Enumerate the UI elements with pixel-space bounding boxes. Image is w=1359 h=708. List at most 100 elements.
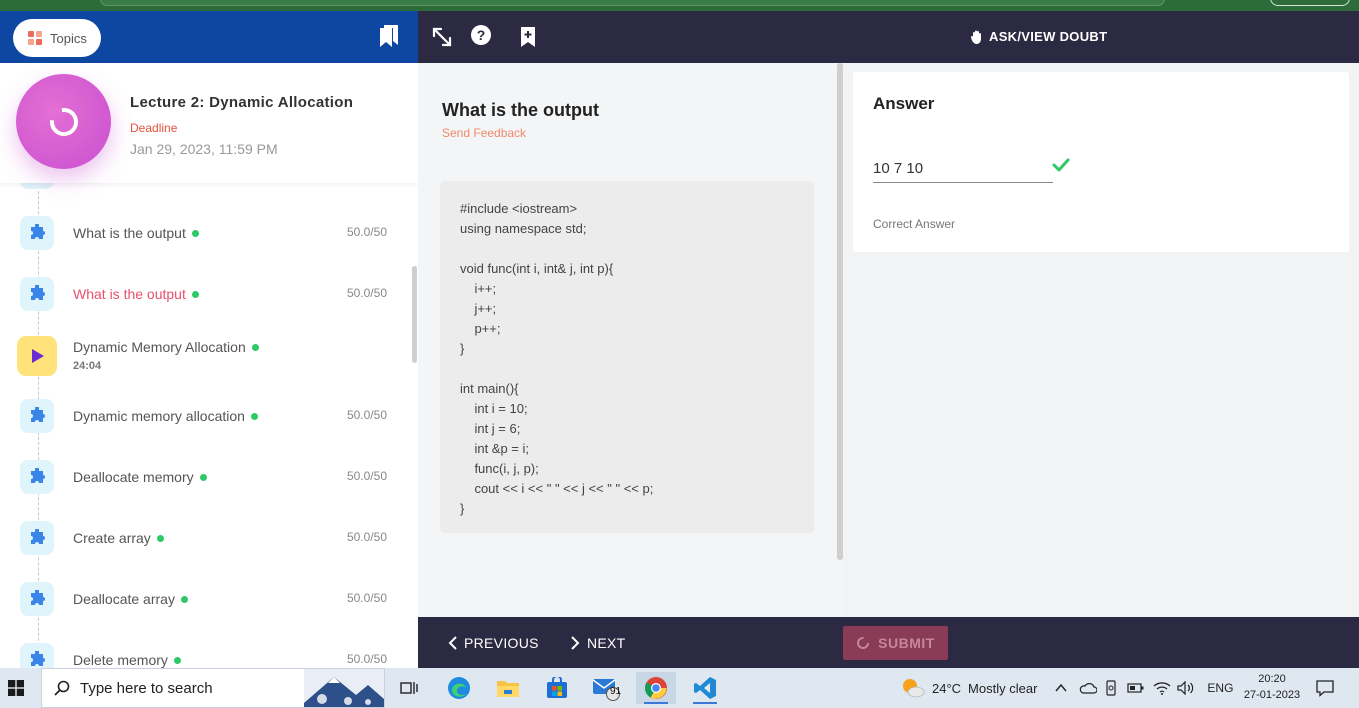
list-item-title: Delete memory <box>73 652 181 668</box>
progress-ring-icon <box>49 107 78 136</box>
code-snippet: #include <iostream> using namespace std;… <box>440 181 814 533</box>
mail-badge: 91 <box>610 686 622 697</box>
search-icon <box>54 680 70 696</box>
previous-button[interactable]: PREVIOUS <box>448 635 539 651</box>
list-item-label: What is the output <box>73 286 186 302</box>
task-view-icon[interactable] <box>389 672 429 704</box>
taskbar-search[interactable]: Type here to search <box>41 668 385 708</box>
question-title: What is the output <box>442 100 599 120</box>
video-play-icon <box>17 336 57 376</box>
list-item-label: Deallocate array <box>73 591 175 607</box>
completed-dot-icon <box>250 413 258 420</box>
main-toolbar: ? ASK/VIEW DOUBT <box>418 11 1359 63</box>
windows-start-icon[interactable] <box>8 680 24 696</box>
puzzle-icon <box>20 582 54 616</box>
deadline-date: Jan 29, 2023, 11:59 PM <box>130 141 278 157</box>
list-item-label: Delete memory <box>73 652 168 668</box>
expand-icon[interactable] <box>430 25 454 49</box>
battery-icon[interactable] <box>1127 682 1145 694</box>
browser-address-bar[interactable] <box>100 0 1165 6</box>
mail-icon[interactable]: 91 <box>586 672 626 704</box>
next-button[interactable]: NEXT <box>571 635 626 651</box>
weather-temperature: 24°C <box>932 680 962 696</box>
list-item-problem[interactable]: Deallocate array 50.0/50 <box>0 568 405 629</box>
lecture-progress-avatar <box>16 74 111 169</box>
answer-card: Answer Correct Answer <box>853 72 1349 252</box>
answer-input[interactable] <box>873 154 1053 183</box>
send-feedback-link[interactable]: Send Feedback <box>442 126 526 140</box>
chrome-icon[interactable] <box>636 672 676 704</box>
system-clock[interactable]: 20:20 27-01-2023 <box>1240 671 1304 703</box>
list-item-duration: 24:04 <box>73 360 102 372</box>
list-item-problem[interactable]: What is the output 50.0/50 <box>0 202 405 263</box>
deadline-label: Deadline <box>130 121 178 135</box>
puzzle-icon <box>20 521 54 555</box>
topics-button[interactable]: Topics <box>13 19 101 57</box>
bookmark-add-icon[interactable] <box>516 25 540 49</box>
check-icon <box>1052 158 1070 172</box>
answer-status: Correct Answer <box>873 217 956 231</box>
list-item-label: Create array <box>73 530 151 546</box>
bottom-navigation: PREVIOUS NEXT SUBMIT <box>418 617 1359 668</box>
list-item-label: Dynamic memory allocation <box>73 408 245 424</box>
edge-browser-icon[interactable] <box>439 672 479 704</box>
language-indicator[interactable]: ENG <box>1207 681 1233 695</box>
list-item-problem[interactable]: What is the output 50.0/50 <box>0 263 405 324</box>
microsoft-store-icon[interactable] <box>537 672 577 704</box>
windows-taskbar: Type here to search 91 24°C Mostly clear <box>0 668 1359 708</box>
wifi-icon[interactable] <box>1153 681 1171 695</box>
sidebar: Topics Lecture 2: Dynamic Allocation Dea… <box>0 11 418 668</box>
completed-dot-icon <box>199 474 207 481</box>
list-item-score: 50.0/50 <box>346 469 387 483</box>
list-item-problem[interactable]: Delete memory 50.0/50 <box>0 629 405 668</box>
ask-view-doubt-button[interactable]: ASK/VIEW DOUBT <box>971 29 1107 44</box>
list-item-label: Deallocate memory <box>73 469 194 485</box>
clock-time: 20:20 <box>1258 673 1286 685</box>
submit-button[interactable]: SUBMIT <box>843 626 948 660</box>
chevron-left-icon <box>448 636 457 650</box>
chevron-right-icon <box>571 636 580 650</box>
browser-profile-button[interactable] <box>1270 0 1350 6</box>
clock-date: 27-01-2023 <box>1243 689 1301 701</box>
vscode-icon[interactable] <box>685 672 725 704</box>
previous-label: PREVIOUS <box>464 635 539 651</box>
list-item-problem[interactable]: Create array 50.0/50 <box>0 507 405 568</box>
list-item-score: 50.0/50 <box>346 591 387 605</box>
puzzle-icon <box>20 216 54 250</box>
file-explorer-icon[interactable] <box>488 672 528 704</box>
list-item-score: 50.0/50 <box>346 652 387 666</box>
lecture-title: Lecture 2: Dynamic Allocation <box>130 94 354 111</box>
bookmarks-icon[interactable] <box>380 25 398 47</box>
completed-dot-icon <box>180 596 188 603</box>
refresh-icon <box>857 637 870 649</box>
weather-icon[interactable] <box>900 676 926 700</box>
next-label: NEXT <box>587 635 626 651</box>
submit-label: SUBMIT <box>878 635 935 651</box>
list-item-video[interactable]: Dynamic Memory Allocation 24:04 <box>0 324 405 385</box>
puzzle-icon <box>20 399 54 433</box>
system-tray: 24°C Mostly clear ENG <box>900 668 1233 708</box>
completed-dot-icon <box>251 344 259 351</box>
help-icon[interactable]: ? <box>469 23 493 47</box>
list-item-title: What is the output <box>73 225 199 241</box>
list-item-problem[interactable]: Deallocate memory 50.0/50 <box>0 446 405 507</box>
completed-dot-icon <box>191 230 199 237</box>
onedrive-icon[interactable] <box>1079 682 1098 694</box>
puzzle-icon <box>20 277 54 311</box>
list-item-title: Create array <box>73 530 164 546</box>
notification-icon[interactable] <box>1316 679 1334 697</box>
device-icon[interactable] <box>1105 680 1117 696</box>
sidebar-scrollbar[interactable] <box>412 266 417 363</box>
list-item-score: 50.0/50 <box>346 408 387 422</box>
question-panel: What is the output Send Feedback #includ… <box>418 63 843 617</box>
browser-top-strip <box>0 0 1359 11</box>
sidebar-header: Topics <box>0 11 418 63</box>
list-item-title: What is the output <box>73 286 199 302</box>
puzzle-icon <box>20 460 54 494</box>
weather-description: Mostly clear <box>968 680 1038 696</box>
search-highlight-image <box>304 669 384 707</box>
list-item-label: What is the output <box>73 225 186 241</box>
chevron-up-icon[interactable] <box>1055 683 1067 693</box>
volume-icon[interactable] <box>1177 681 1195 695</box>
list-item-problem[interactable]: Dynamic memory allocation 50.0/50 <box>0 385 405 446</box>
